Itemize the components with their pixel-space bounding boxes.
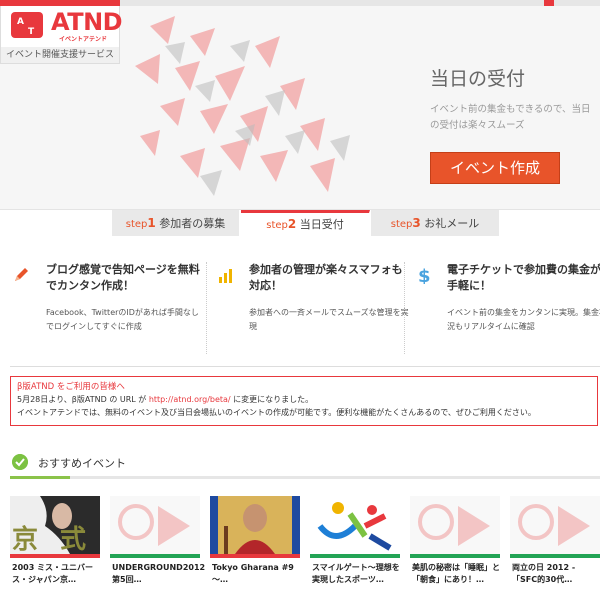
event-title: UNDERGROUND2012 第5回…: [112, 563, 206, 584]
check-circle-icon: [12, 454, 28, 470]
step-tabs: step1 参加者の募集 step2 当日受付 step3 お礼メール: [112, 210, 500, 236]
step-label: 参加者の募集: [159, 217, 226, 230]
notice-title: β版ATND をご利用の皆様へ: [17, 382, 125, 392]
beta-url-link[interactable]: http://atnd.org/beta/: [149, 395, 231, 404]
event-card[interactable]: 京 式 2003 ミス・ユニバース・ジャパン京…: [10, 496, 100, 590]
create-event-button[interactable]: イベント作成: [430, 152, 560, 184]
step-tab-3[interactable]: step3 お礼メール: [371, 210, 500, 236]
logo-subtitle: イベントアテンド: [59, 36, 108, 43]
svg-text:$: $: [418, 266, 431, 284]
recommended-underline: [10, 476, 600, 479]
recommended-title: おすすめイベント: [38, 457, 126, 470]
event-title: Tokyo Gharana #9 〜…: [212, 563, 294, 584]
event-title: 2003 ミス・ユニバース・ジャパン京…: [12, 563, 94, 584]
step-number: step2: [266, 217, 297, 231]
feature-description: 参加者への一斉メールでスムーズな管理を実現: [249, 308, 409, 331]
event-placeholder-thumbnail: [110, 496, 200, 554]
logo-tagline: イベント開催支援サービス: [1, 47, 119, 63]
hero-banner: A T ATND イベントアテンド イベント開催支援サービス 当日の受付 イベン…: [0, 6, 600, 210]
event-title: 美肌の秘密は「睡眠」と「朝食」にあり！…: [412, 563, 500, 584]
step-tab-2[interactable]: step2 当日受付: [241, 210, 370, 236]
recommended-header: おすすめイベント: [10, 450, 600, 480]
event-thumbnail: 京 式: [10, 496, 100, 554]
event-card[interactable]: UNDERGROUND2012 第5回…: [110, 496, 206, 590]
bar-chart-icon: [219, 269, 232, 283]
event-card[interactable]: 美肌の秘密は「睡眠」と「朝食」にあり！…: [410, 496, 500, 590]
logo-text: ATND: [51, 8, 123, 36]
logo-mark-a: A: [17, 17, 24, 27]
event-color-bar: [410, 554, 500, 558]
notice-line-1: 5月28日より、β版ATND の URL が http://atnd.org/b…: [17, 395, 314, 404]
logo-mark-t: T: [28, 27, 35, 37]
event-color-bar: [10, 554, 100, 558]
feature-title: 電子チケットで参加費の集金が手軽に！: [447, 263, 600, 292]
step-tab-1[interactable]: step1 参加者の募集: [112, 210, 240, 236]
svg-text:京: 京: [12, 524, 38, 554]
event-title: 両立の日 2012 -「SFC的30代…: [512, 563, 576, 584]
event-thumbnail: [310, 496, 400, 554]
feature-title: 参加者の管理が楽々スマフォも対応！: [249, 263, 403, 292]
notice-box: β版ATND をご利用の皆様へ 5月28日より、β版ATND の URL が h…: [10, 376, 598, 426]
pencil-icon: [15, 268, 28, 281]
event-card[interactable]: スマイルゲート〜理想を実現したスポーツ…: [310, 496, 400, 590]
svg-text:式: 式: [60, 525, 86, 554]
feature-title: ブログ感覚で告知ページを無料でカンタン作成！: [46, 263, 200, 292]
hero-title: 当日の受付: [430, 68, 526, 90]
event-color-bar: [510, 554, 600, 558]
step-label: 当日受付: [299, 218, 344, 231]
step-number: step1: [125, 216, 156, 230]
event-color-bar: [310, 554, 400, 558]
event-thumbnail: [210, 496, 300, 554]
event-card[interactable]: 両立の日 2012 -「SFC的30代…: [510, 496, 600, 590]
event-color-bar: [110, 554, 200, 558]
feature-description: イベント前の集金をカンタンに実現。集金状況もリアルタイムに確認: [447, 308, 600, 331]
divider: [10, 366, 600, 367]
feature-ticket: $ 電子チケットで参加費の集金が手軽に！ イベント前の集金をカンタンに実現。集金…: [404, 262, 600, 354]
event-title: スマイルゲート〜理想を実現したスポーツ…: [312, 563, 400, 584]
event-color-bar: [210, 554, 300, 558]
dollar-icon: $: [418, 266, 431, 284]
step-number: step3: [390, 216, 421, 230]
step-label: お礼メール: [424, 217, 480, 230]
atnd-logo-icon: A T: [11, 12, 43, 38]
event-card[interactable]: Tokyo Gharana #9 〜…: [210, 496, 300, 590]
event-placeholder-thumbnail: [510, 496, 600, 554]
feature-manage: 参加者の管理が楽々スマフォも対応！ 参加者への一斉メールでスムーズな管理を実現: [206, 262, 409, 354]
notice-line-2: イベントアテンドでは、無料のイベント及び当日会場払いのイベントの作成が可能です。…: [17, 408, 536, 417]
feature-create: ブログ感覚で告知ページを無料でカンタン作成！ Facebook、Twitterの…: [8, 262, 204, 354]
site-logo[interactable]: A T ATND イベントアテンド イベント開催支援サービス: [0, 6, 123, 64]
hero-description: イベント前の集金もできるので、当日の受付は楽々スムーズ: [430, 104, 591, 131]
feature-description: Facebook、TwitterのIDがあれば手間なしでログインしてすぐに作成: [46, 308, 199, 331]
event-list: 京 式 2003 ミス・ユニバース・ジャパン京… UNDERGROUND2012…: [10, 496, 600, 590]
event-placeholder-thumbnail: [410, 496, 500, 554]
